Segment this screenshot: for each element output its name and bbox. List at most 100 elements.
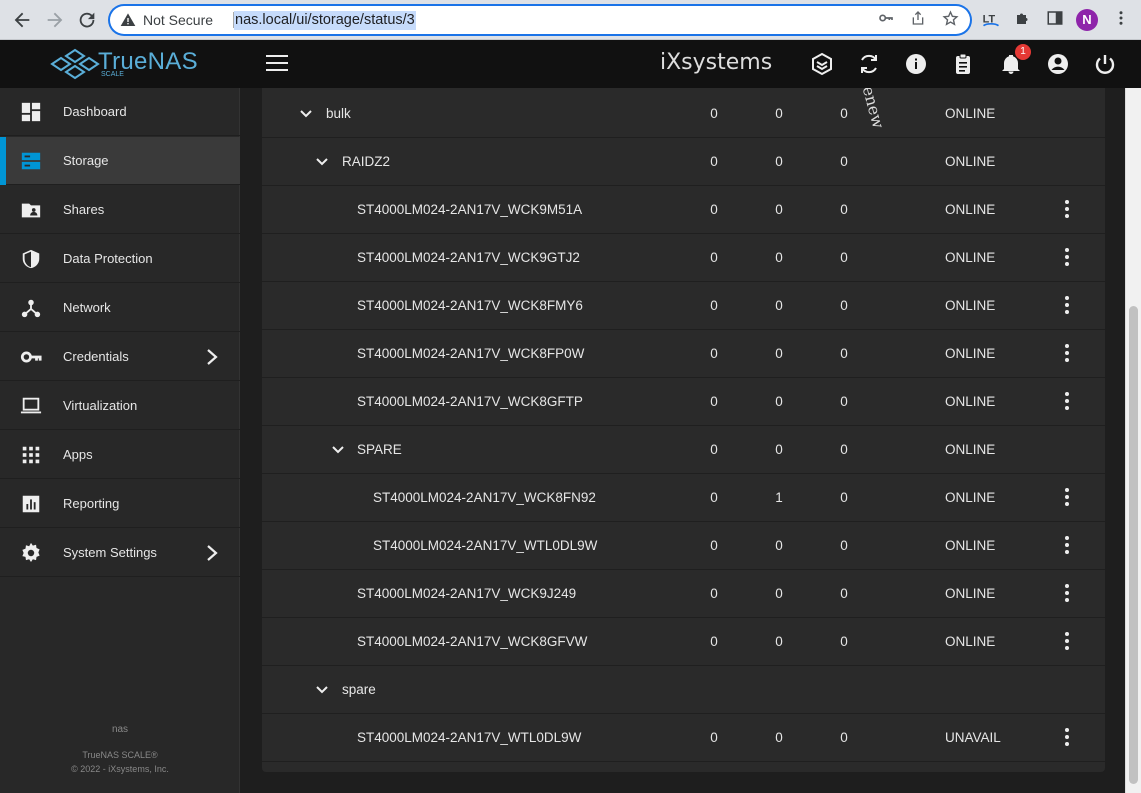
device-name: ST4000LM024-2AN17V_WCK9M51A	[357, 202, 583, 217]
url-text[interactable]: nas.local/ui/storage/status/3	[234, 11, 416, 30]
scrollbar-thumb[interactable]	[1129, 306, 1138, 784]
read-errors: 0	[710, 106, 718, 121]
status-text: ONLINE	[945, 538, 996, 553]
dashboard-icon	[20, 101, 42, 123]
write-errors: 0	[775, 730, 783, 745]
device-name: ST4000LM024-2AN17V_WTL0DL9W	[373, 538, 598, 553]
table-row[interactable]: ST4000LM024-2AN17V_WCK9GTJ2 0 0 0 ONLINE	[262, 234, 1105, 282]
more-vert-icon[interactable]	[1060, 486, 1074, 510]
table-row[interactable]: ST4000LM024-2AN17V_WCK8GFVW 0 0 0 ONLINE	[262, 618, 1105, 666]
info-icon[interactable]	[904, 52, 928, 76]
sidebar-item-label: Storage	[63, 153, 109, 168]
account-circle-icon[interactable]	[1046, 52, 1070, 76]
more-vert-icon[interactable]	[1060, 198, 1074, 222]
sidebar-item-reporting[interactable]: Reporting	[0, 480, 240, 528]
menu-toggle-icon[interactable]	[266, 55, 288, 73]
address-bar[interactable]: Not Secure nas.local/ui/storage/status/3	[110, 6, 970, 34]
shield-icon	[20, 248, 42, 270]
sidebar-item-label: Dashboard	[63, 104, 127, 119]
device-name: ST4000LM024-2AN17V_WCK8GFTP	[357, 394, 583, 409]
footer-product: TrueNAS SCALE®	[82, 750, 158, 760]
status-text: ONLINE	[945, 154, 996, 169]
more-vert-icon[interactable]	[1060, 726, 1074, 750]
hostname: nas	[111, 724, 129, 735]
more-vert-icon[interactable]	[1060, 534, 1074, 558]
checksum-errors: 0	[840, 202, 848, 217]
device-name: SPARE	[357, 442, 402, 457]
table-row[interactable]: ST4000LM024-2AN17V_WCK8FP0W 0 0 0 ONLINE	[262, 330, 1105, 378]
sidebar-item-label: Shares	[63, 202, 105, 217]
read-errors: 0	[710, 202, 718, 217]
table-row[interactable]: ST4000LM024-2AN17V_WCK9J249 0 0 0 ONLINE	[262, 570, 1105, 618]
read-errors: 0	[710, 394, 718, 409]
warning-icon	[120, 13, 136, 26]
extensions-puzzle-icon[interactable]	[1012, 9, 1034, 31]
table-row[interactable]: SPARE 0 0 0 ONLINE	[262, 426, 1105, 474]
chevron-right-icon	[204, 347, 220, 367]
sidebar-item-label: Data Protection	[63, 251, 153, 266]
write-errors: 0	[775, 634, 783, 649]
back-arrow-icon[interactable]	[11, 9, 33, 31]
device-name: ST4000LM024-2AN17V_WCK8FP0W	[357, 346, 585, 361]
device-name: ST4000LM024-2AN17V_WCK8FN92	[373, 490, 596, 505]
table-row[interactable]: ST4000LM024-2AN17V_WCK8FMY6 0 0 0 ONLINE	[262, 282, 1105, 330]
network-icon	[20, 297, 42, 319]
power-icon[interactable]	[1093, 52, 1117, 76]
read-errors: 0	[710, 442, 718, 457]
chevron-down-icon[interactable]	[314, 682, 330, 698]
chevron-down-icon[interactable]	[314, 154, 330, 170]
key-icon[interactable]	[876, 10, 896, 30]
sidebar-item-shares[interactable]: Shares	[0, 186, 240, 234]
chevron-down-icon[interactable]	[298, 106, 314, 122]
more-vert-icon[interactable]	[1060, 390, 1074, 414]
sidebar-item-storage[interactable]: Storage	[0, 137, 240, 185]
checksum-errors: 0	[840, 106, 848, 121]
refresh-icon[interactable]	[857, 52, 881, 76]
table-row[interactable]: ST4000LM024-2AN17V_WCK8FN92 0 1 0 ONLINE	[262, 474, 1105, 522]
device-name: RAIDZ2	[342, 154, 391, 169]
read-errors: 0	[710, 730, 718, 745]
table-row[interactable]: ST4000LM024-2AN17V_WTL0DL9W 0 0 0 ONLINE	[262, 522, 1105, 570]
table-row[interactable]: RAIDZ2 0 0 0 ONLINE	[262, 138, 1105, 186]
forward-arrow-icon[interactable]	[44, 9, 66, 31]
sidebar-item-credentials[interactable]: Credentials	[0, 333, 240, 381]
more-vert-icon[interactable]	[1060, 582, 1074, 606]
table-row[interactable]: bulk 0 0 0 ONLINE	[262, 90, 1105, 138]
more-vert-icon[interactable]	[1060, 246, 1074, 270]
checksum-errors: 0	[840, 538, 848, 553]
laptop-icon	[20, 395, 42, 417]
more-vert-icon[interactable]	[1060, 294, 1074, 318]
truecommand-icon[interactable]	[810, 52, 834, 76]
profile-avatar[interactable]: N	[1076, 9, 1098, 31]
sidebar-item-network[interactable]: Network	[0, 284, 240, 332]
sidebar-item-apps[interactable]: Apps	[0, 431, 240, 479]
sidebar-item-system-settings[interactable]: System Settings	[0, 529, 240, 577]
page-scrollbar[interactable]	[1125, 88, 1141, 793]
reload-icon[interactable]	[76, 9, 98, 31]
task-clipboard-icon[interactable]	[951, 52, 975, 76]
table-row[interactable]: ST4000LM024-2AN17V_WCK8GFTP 0 0 0 ONLINE	[262, 378, 1105, 426]
device-name: ST4000LM024-2AN17V_WCK8GFVW	[357, 634, 588, 649]
status-text: ONLINE	[945, 250, 996, 265]
more-vert-icon[interactable]	[1060, 630, 1074, 654]
checksum-errors: 0	[840, 154, 848, 169]
sidebar-item-virtualization[interactable]: Virtualization	[0, 382, 240, 430]
write-errors: 0	[775, 298, 783, 313]
table-row[interactable]: ST4000LM024-2AN17V_WCK9M51A 0 0 0 ONLINE	[262, 186, 1105, 234]
table-row[interactable]: spare	[262, 666, 1105, 714]
chevron-right-icon	[204, 543, 220, 563]
share-icon[interactable]	[908, 10, 928, 30]
chevron-down-icon[interactable]	[330, 442, 346, 458]
security-label: Not Secure	[143, 12, 214, 28]
more-vert-icon[interactable]	[1060, 342, 1074, 366]
browser-menu-icon[interactable]	[1110, 9, 1132, 31]
sidebar-item-dashboard[interactable]: Dashboard	[0, 88, 240, 136]
checksum-errors: 0	[840, 586, 848, 601]
checksum-errors: 0	[840, 346, 848, 361]
side-panel-icon[interactable]	[1044, 9, 1066, 31]
bookmark-star-icon[interactable]	[940, 10, 960, 30]
table-row[interactable]: ST4000LM024-2AN17V_WTL0DL9W 0 0 0 UNAVAIL	[262, 714, 1105, 762]
sidebar-item-data-protection[interactable]: Data Protection	[0, 235, 240, 283]
extension-lt-icon[interactable]: LT	[980, 9, 1002, 31]
checksum-errors: 0	[840, 394, 848, 409]
